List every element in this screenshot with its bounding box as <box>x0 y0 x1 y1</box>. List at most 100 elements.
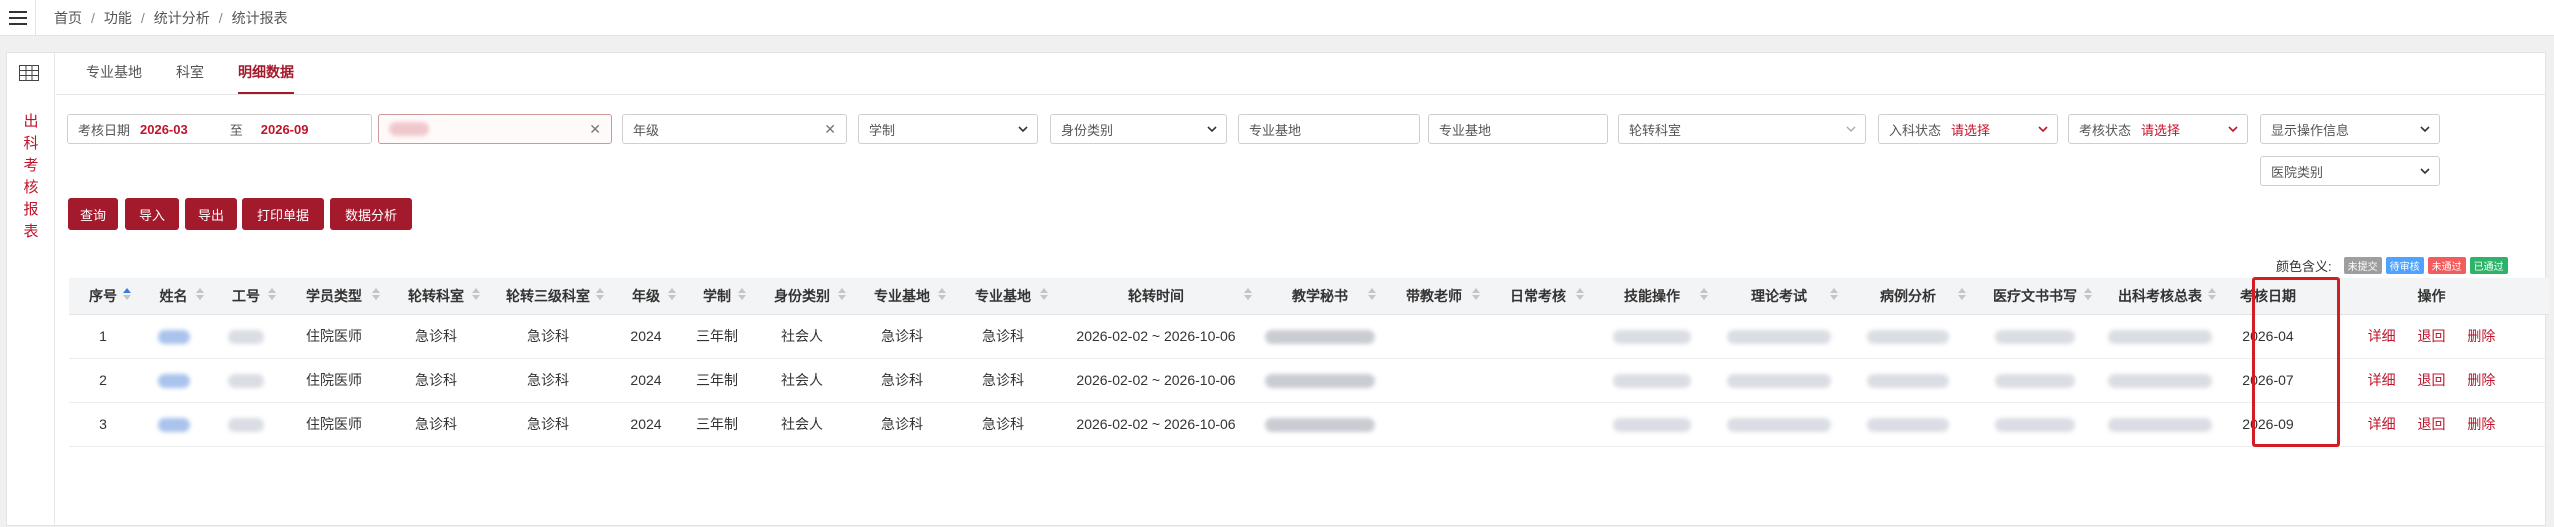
col-header-trainee-type[interactable]: 学员类型 <box>282 278 386 315</box>
col-header-case-analysis[interactable]: 病例分析 <box>1844 278 1972 315</box>
sort-icon[interactable] <box>668 288 676 300</box>
tab-detail-data[interactable]: 明细数据 <box>238 62 294 94</box>
col-header-medical-writing[interactable]: 医疗文书书写 <box>1972 278 2098 315</box>
col-header-exam-date[interactable]: 考核日期 <box>2222 278 2314 315</box>
col-header-theory-exam[interactable]: 理论考试 <box>1714 278 1844 315</box>
col-header-rotation-dept-l3[interactable]: 轮转三级科室 <box>486 278 610 315</box>
detail-link[interactable]: 详细 <box>2368 416 2396 432</box>
col-header-grade[interactable]: 年级 <box>610 278 682 315</box>
redacted-score <box>1727 330 1831 345</box>
chevron-down-icon <box>1206 123 1218 138</box>
table-grid-icon[interactable] <box>19 65 39 86</box>
redacted-staff-id <box>228 418 264 433</box>
delete-link[interactable]: 删除 <box>2467 416 2495 432</box>
detail-link[interactable]: 详细 <box>2368 372 2396 388</box>
col-header-rotation-time[interactable]: 轮转时间 <box>1054 278 1258 315</box>
sort-icon[interactable] <box>1040 288 1048 300</box>
sort-icon[interactable] <box>738 288 746 300</box>
col-header-name[interactable]: 姓名 <box>137 278 210 315</box>
legend-not-submitted: 未提交 <box>2343 257 2382 274</box>
detail-link[interactable]: 详细 <box>2368 328 2396 344</box>
breadcrumb-home[interactable]: 首页 <box>54 8 82 28</box>
redacted-score <box>1995 330 2075 345</box>
sort-icon[interactable] <box>472 288 480 300</box>
sort-icon[interactable] <box>1958 288 1966 300</box>
schooling-select[interactable]: 学制 <box>858 114 1038 144</box>
col-header-base-1[interactable]: 专业基地 <box>852 278 952 315</box>
col-header-mentor[interactable]: 带教老师 <box>1382 278 1486 315</box>
chevron-down-icon <box>2419 165 2431 180</box>
redacted-score <box>1727 418 1831 433</box>
hospital-select[interactable]: ✕ <box>378 114 612 144</box>
legend-passed: 已通过 <box>2469 257 2508 274</box>
professional-base-input-1[interactable]: 专业基地 <box>1238 114 1420 144</box>
row-actions: 详细 退回 删除 <box>2314 402 2549 447</box>
identity-select[interactable]: 身份类别 <box>1050 114 1227 144</box>
col-header-identity[interactable]: 身份类别 <box>752 278 852 315</box>
col-header-rotation-dept[interactable]: 轮转科室 <box>386 278 486 315</box>
clear-icon[interactable]: ✕ <box>589 121 601 138</box>
sort-icon[interactable] <box>596 288 604 300</box>
redacted-score <box>1613 330 1691 345</box>
col-header-staff-id[interactable]: 工号 <box>210 278 282 315</box>
clear-icon[interactable]: ✕ <box>824 121 836 138</box>
sort-icon[interactable] <box>1700 288 1708 300</box>
hospital-type-select[interactable]: 医院类别 <box>2260 156 2440 186</box>
grade-input[interactable]: 年级 ✕ <box>622 114 847 144</box>
breadcrumb-function[interactable]: 功能 <box>104 8 132 28</box>
show-ops-info-select[interactable]: 显示操作信息 <box>2260 114 2440 144</box>
col-header-actions: 操作 <box>2314 278 2549 315</box>
tab-professional-base[interactable]: 专业基地 <box>86 62 142 94</box>
redacted-name[interactable] <box>157 330 190 345</box>
col-header-teaching-secretary[interactable]: 教学秘书 <box>1258 278 1382 315</box>
sort-icon[interactable] <box>1576 288 1584 300</box>
sort-icon[interactable] <box>2084 288 2092 300</box>
redacted-name[interactable] <box>157 374 190 389</box>
exam-date-range[interactable]: 考核日期 2026-03 至 2026-09 <box>67 114 372 144</box>
export-button[interactable]: 导出 <box>185 198 237 230</box>
sort-icon[interactable] <box>1368 288 1376 300</box>
redacted-name[interactable] <box>157 418 190 433</box>
redacted-score <box>1867 418 1949 433</box>
col-header-schooling[interactable]: 学制 <box>682 278 752 315</box>
col-header-skill-operation[interactable]: 技能操作 <box>1590 278 1714 315</box>
col-header-daily-assessment[interactable]: 日常考核 <box>1486 278 1590 315</box>
entry-status-select[interactable]: 入科状态 请选择 <box>1878 114 2058 144</box>
professional-base-input-2[interactable]: 专业基地 <box>1428 114 1608 144</box>
sort-icon[interactable] <box>1244 288 1252 300</box>
col-header-exit-summary[interactable]: 出科考核总表 <box>2098 278 2222 315</box>
query-button[interactable]: 查询 <box>68 198 118 230</box>
sort-icon[interactable] <box>938 288 946 300</box>
redacted-secretary <box>1265 418 1375 433</box>
sort-icon[interactable] <box>196 288 204 300</box>
print-receipt-button[interactable]: 打印单据 <box>242 198 324 230</box>
sort-icon[interactable] <box>2208 288 2216 300</box>
sort-icon[interactable] <box>1472 288 1480 300</box>
row-actions: 详细 退回 删除 <box>2314 358 2549 403</box>
redacted-hospital-value <box>389 122 429 136</box>
rotation-dept-select[interactable]: 轮转科室 <box>1618 114 1866 144</box>
data-analysis-button[interactable]: 数据分析 <box>330 198 412 230</box>
exam-status-select[interactable]: 考核状态 请选择 <box>2068 114 2248 144</box>
sort-icon[interactable] <box>838 288 846 300</box>
delete-link[interactable]: 删除 <box>2467 328 2495 344</box>
return-link[interactable]: 退回 <box>2418 372 2446 388</box>
sort-icon[interactable] <box>1830 288 1838 300</box>
chevron-down-icon <box>2419 123 2431 138</box>
sort-icon[interactable] <box>123 288 131 300</box>
return-link[interactable]: 退回 <box>2418 328 2446 344</box>
hamburger-menu-icon[interactable] <box>0 0 36 36</box>
col-header-base-2[interactable]: 专业基地 <box>952 278 1054 315</box>
redacted-score <box>1867 330 1949 345</box>
return-link[interactable]: 退回 <box>2418 416 2446 432</box>
delete-link[interactable]: 删除 <box>2467 372 2495 388</box>
sort-icon[interactable] <box>268 288 276 300</box>
col-header-no[interactable]: 序号 <box>69 278 137 315</box>
breadcrumb-statistics[interactable]: 统计分析 <box>154 8 210 28</box>
import-button[interactable]: 导入 <box>125 198 179 230</box>
redacted-score <box>1995 418 2075 433</box>
sort-icon[interactable] <box>372 288 380 300</box>
redacted-score <box>2108 330 2212 345</box>
tab-department[interactable]: 科室 <box>176 62 204 94</box>
table-row: 3 住院医师 急诊科 急诊科 2024 三年制 社会人 急诊科 急诊科 2026… <box>69 402 2549 447</box>
